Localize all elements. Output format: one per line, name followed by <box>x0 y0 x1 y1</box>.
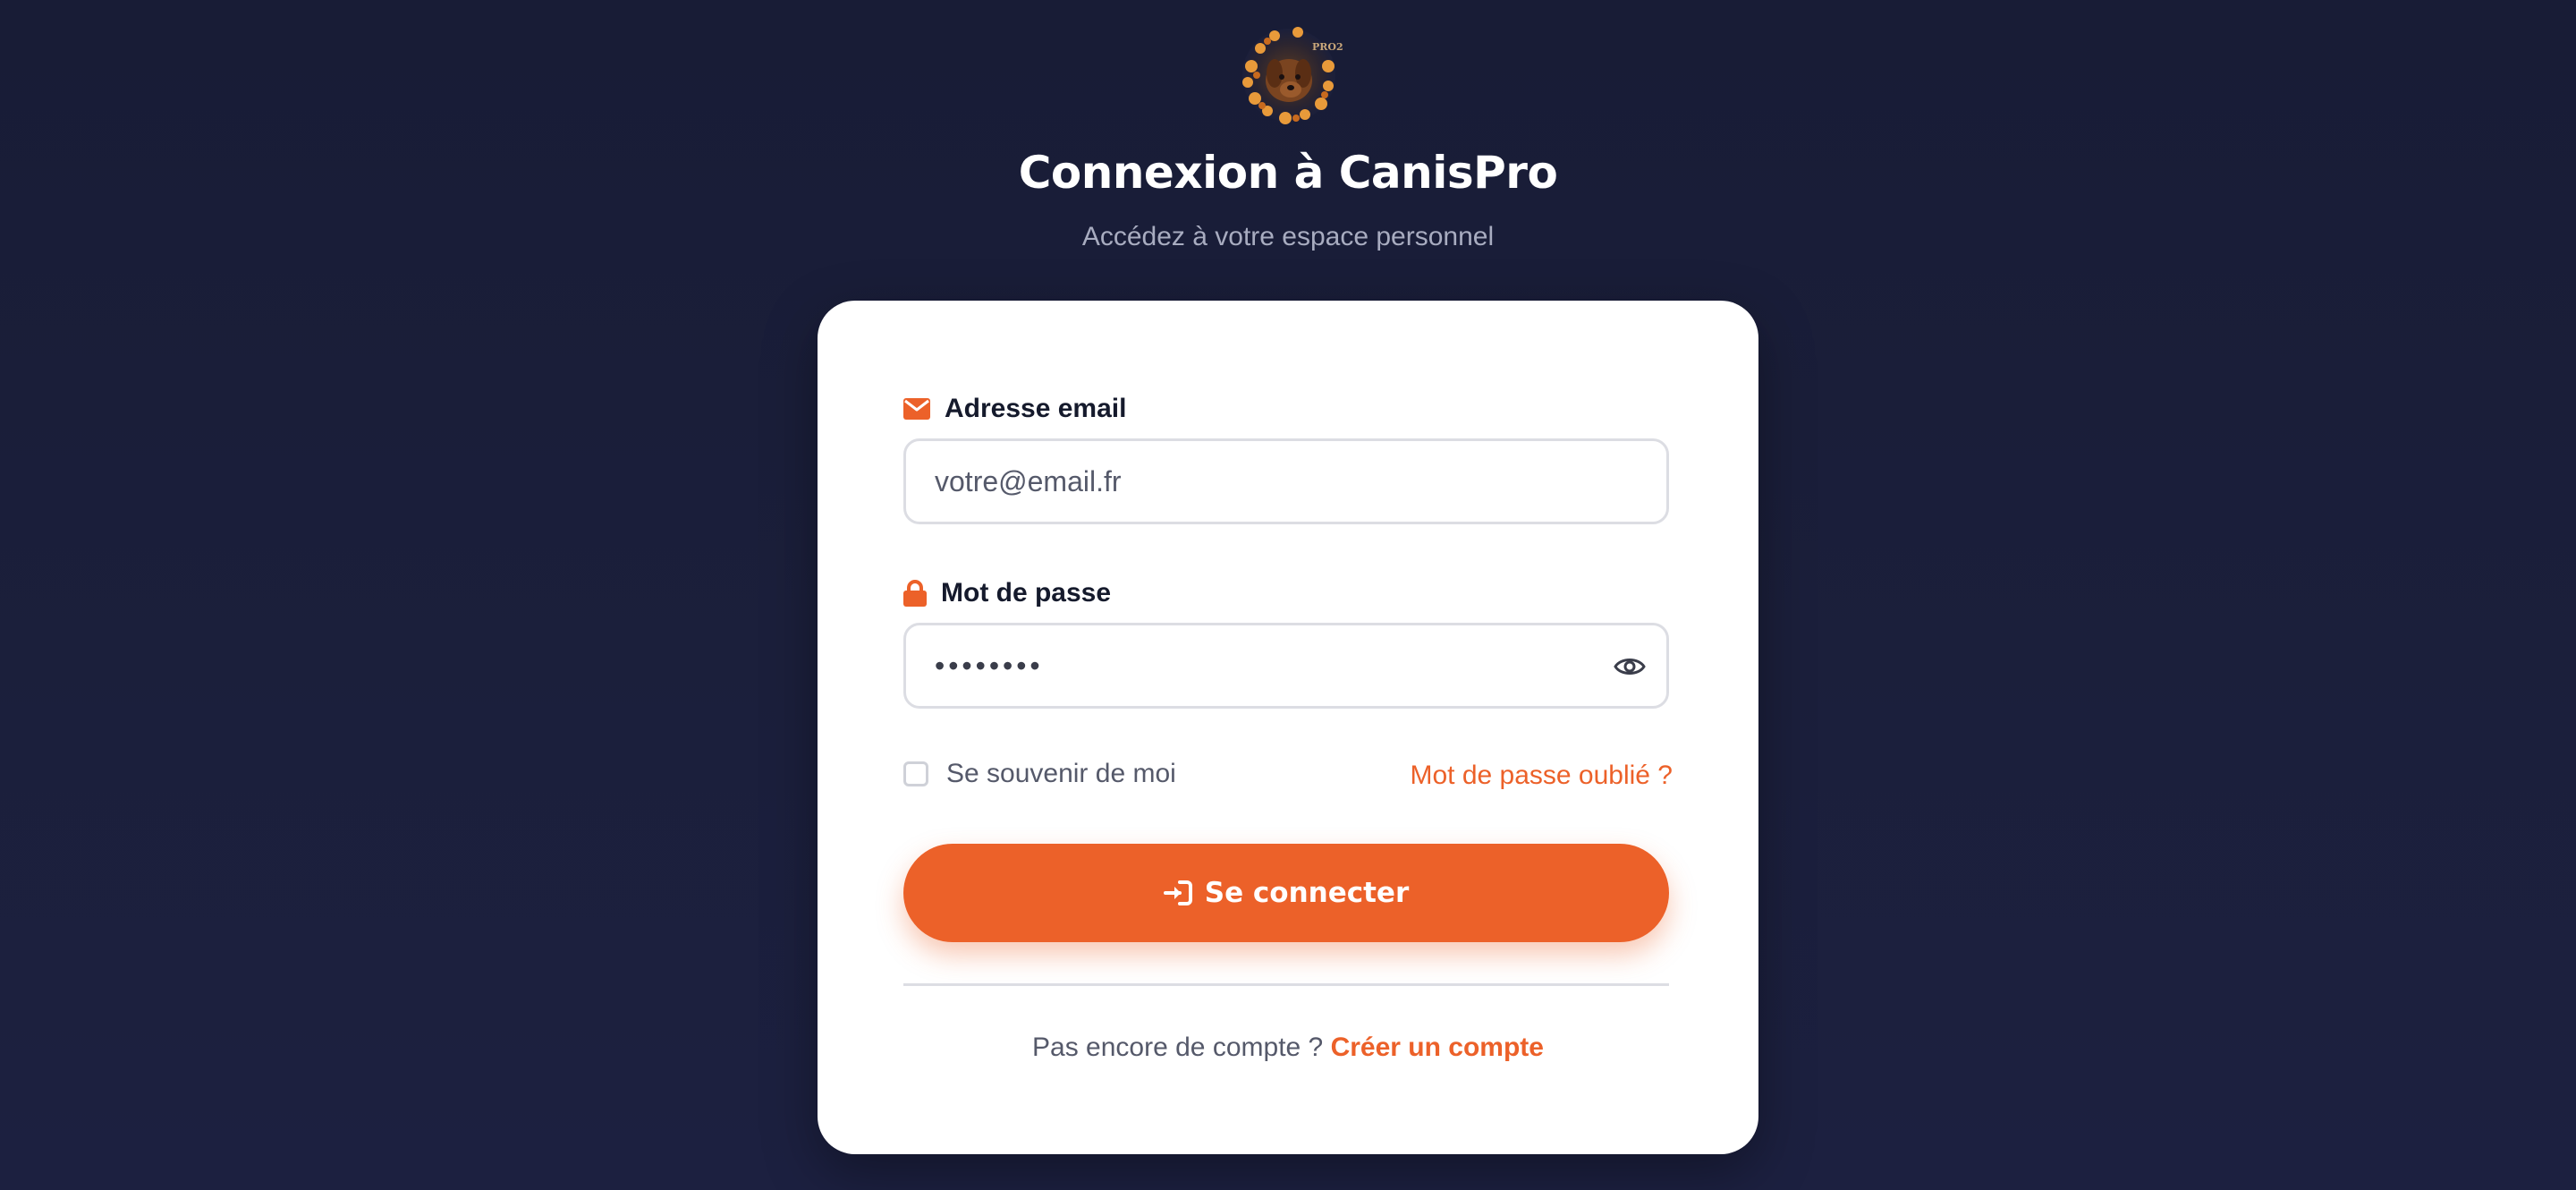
remember-me-option[interactable]: Se souvenir de moi <box>903 759 1176 789</box>
login-page: PRO2 Connexion à CanisPro Accédez à votr… <box>0 0 2576 1190</box>
divider <box>903 983 1669 986</box>
eye-icon <box>1614 659 1646 675</box>
login-button[interactable]: Se connecter <box>903 844 1669 942</box>
canispro-logo: PRO2 <box>1235 21 1343 129</box>
toggle-password-visibility-button[interactable] <box>1612 649 1648 684</box>
login-card: Adresse email Mot de passe <box>818 301 1758 1154</box>
password-label: Mot de passe <box>903 578 1111 608</box>
signup-prompt: Pas encore de compte ? Créer un compte <box>818 1033 1758 1063</box>
forgot-password-link[interactable]: Mot de passe oublié ? <box>1410 761 1673 791</box>
login-button-label: Se connecter <box>1204 877 1410 909</box>
password-input[interactable] <box>903 623 1669 709</box>
password-label-text: Mot de passe <box>941 578 1112 608</box>
remember-me-checkbox[interactable] <box>903 761 928 786</box>
lock-icon <box>903 580 927 607</box>
email-input[interactable] <box>903 438 1669 524</box>
dog-logo-icon: PRO2 <box>1242 27 1343 124</box>
remember-me-label: Se souvenir de moi <box>946 759 1176 788</box>
envelope-icon <box>903 398 930 420</box>
svg-text:PRO2: PRO2 <box>1312 41 1343 53</box>
email-label-text: Adresse email <box>945 394 1127 423</box>
email-label: Adresse email <box>903 394 1126 424</box>
page-subtitle: Accédez à votre espace personnel <box>1081 222 1495 251</box>
page-title: Connexion à CanisPro <box>1018 147 1558 199</box>
sign-in-icon <box>1163 880 1192 905</box>
create-account-link[interactable]: Créer un compte <box>1331 1033 1544 1062</box>
signup-prompt-text: Pas encore de compte ? <box>1032 1033 1331 1062</box>
